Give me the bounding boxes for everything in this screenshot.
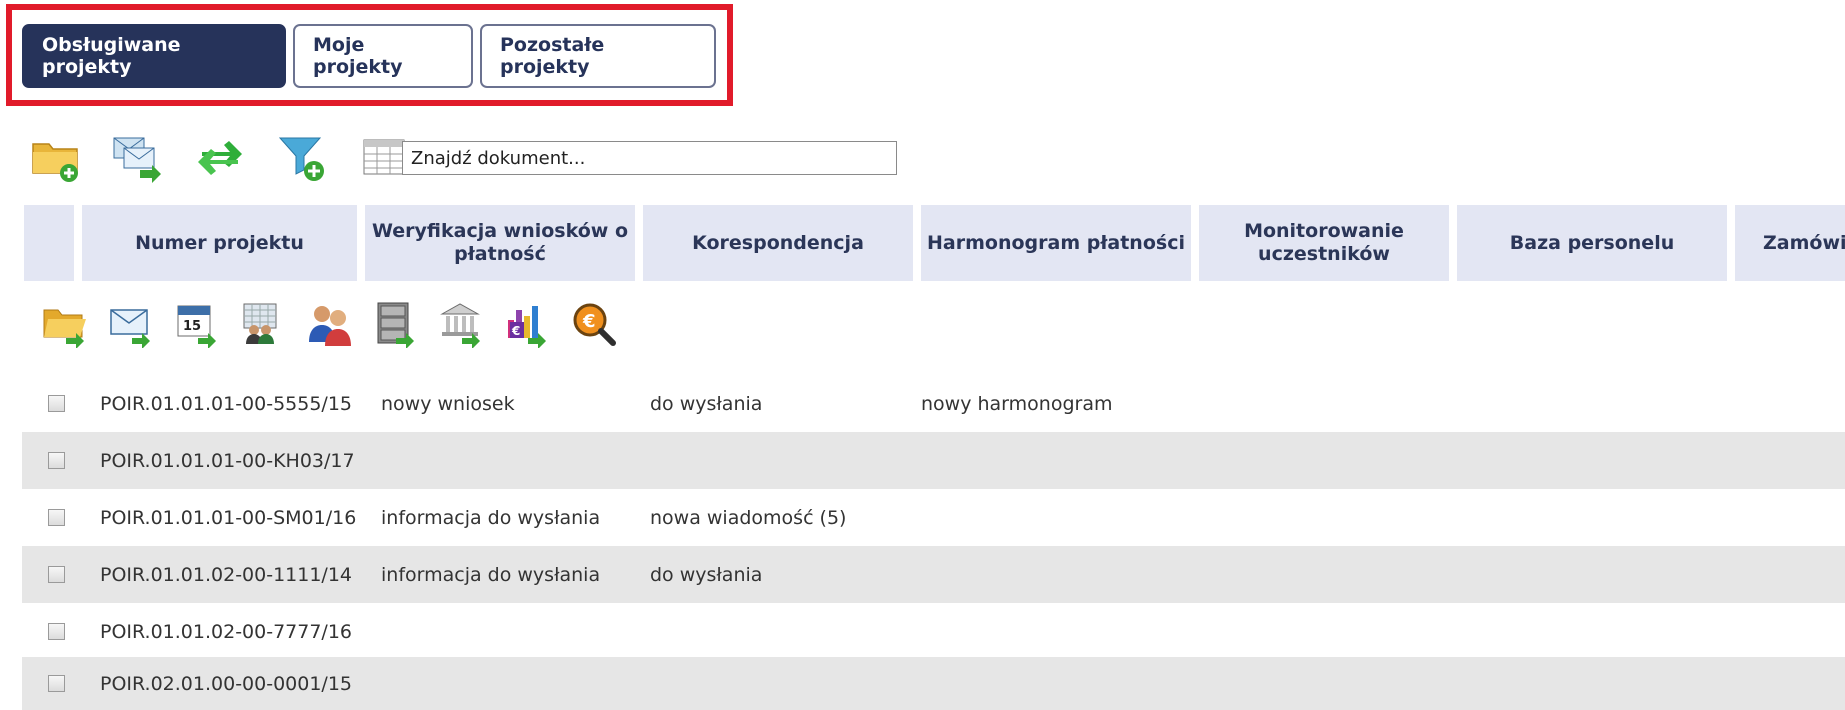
header-zamowienia[interactable]: Zamówien bbox=[1735, 205, 1845, 281]
svg-text:15: 15 bbox=[183, 319, 201, 334]
row-checkbox[interactable] bbox=[48, 509, 65, 526]
row-checkbox[interactable] bbox=[48, 623, 65, 640]
header-numer-projektu[interactable]: Numer projektu bbox=[82, 205, 357, 281]
table-row[interactable]: POIR.01.01.02-00-7777/16 bbox=[22, 603, 1845, 660]
toolbar bbox=[30, 132, 440, 184]
header-select-column bbox=[24, 205, 74, 281]
funding-chart-icon[interactable]: € bbox=[504, 300, 552, 349]
row-checkbox[interactable] bbox=[48, 566, 65, 583]
table-row[interactable]: POIR.01.01.01-00-SM01/16 informacja do w… bbox=[22, 489, 1845, 546]
weryfikacja-status[interactable]: nowy wniosek bbox=[381, 393, 515, 415]
tab-moje-projekty[interactable]: Moje projekty bbox=[293, 24, 473, 88]
bank-icon[interactable] bbox=[438, 300, 486, 349]
refresh-icon[interactable] bbox=[194, 132, 246, 184]
header-harmonogram[interactable]: Harmonogram płatności bbox=[921, 205, 1191, 281]
new-folder-icon[interactable] bbox=[30, 132, 82, 184]
table-row[interactable]: POIR.01.01.02-00-1111/14 informacja do w… bbox=[22, 546, 1845, 603]
mail-export-icon[interactable] bbox=[112, 132, 164, 184]
row-checkbox[interactable] bbox=[48, 452, 65, 469]
project-number[interactable]: POIR.01.01.01-00-5555/15 bbox=[100, 393, 352, 415]
search-input[interactable] bbox=[402, 141, 897, 175]
korespondencja-status[interactable]: nowa wiadomość (5) bbox=[650, 507, 846, 529]
korespondencja-status[interactable]: do wysłania bbox=[650, 393, 762, 415]
calendar-icon[interactable]: 15 bbox=[174, 300, 222, 349]
personnel-icon[interactable] bbox=[306, 300, 354, 348]
cabinet-icon[interactable] bbox=[372, 300, 420, 349]
table-row[interactable]: POIR.01.01.01-00-5555/15 nowy wniosek do… bbox=[22, 375, 1845, 432]
project-number[interactable]: POIR.02.01.00-00-0001/15 bbox=[100, 673, 352, 695]
action-icons: 15 € € bbox=[42, 300, 636, 349]
svg-text:€: € bbox=[582, 311, 596, 332]
open-folder-icon[interactable] bbox=[42, 300, 90, 349]
header-weryfikacja[interactable]: Weryfikacja wniosków o płatność bbox=[365, 205, 635, 281]
euro-search-icon[interactable]: € bbox=[570, 300, 618, 348]
header-monitorowanie[interactable]: Monitorowanie uczestników bbox=[1199, 205, 1449, 281]
harmonogram-status[interactable]: nowy harmonogram bbox=[921, 393, 1112, 415]
project-number[interactable]: POIR.01.01.02-00-1111/14 bbox=[100, 564, 352, 586]
header-korespondencja[interactable]: Korespondencja bbox=[643, 205, 913, 281]
add-filter-icon[interactable] bbox=[276, 132, 328, 184]
project-number[interactable]: POIR.01.01.01-00-KH03/17 bbox=[100, 450, 355, 472]
mail-icon[interactable] bbox=[108, 300, 156, 349]
project-number[interactable]: POIR.01.01.02-00-7777/16 bbox=[100, 621, 352, 643]
korespondencja-status[interactable]: do wysłania bbox=[650, 564, 762, 586]
project-tabs: Obsługiwane projekty Moje projekty Pozos… bbox=[22, 24, 716, 88]
tab-pozostale-projekty[interactable]: Pozostałe projekty bbox=[480, 24, 716, 88]
row-checkbox[interactable] bbox=[48, 395, 65, 412]
participants-icon[interactable] bbox=[240, 300, 288, 348]
table-row[interactable]: POIR.01.01.01-00-KH03/17 bbox=[22, 432, 1845, 489]
tab-obslugiwane-projekty[interactable]: Obsługiwane projekty bbox=[22, 24, 286, 88]
weryfikacja-status[interactable]: informacja do wysłania bbox=[381, 507, 600, 529]
svg-text:€: € bbox=[511, 324, 520, 338]
row-checkbox[interactable] bbox=[48, 675, 65, 692]
weryfikacja-status[interactable]: informacja do wysłania bbox=[381, 564, 600, 586]
header-baza-personelu[interactable]: Baza personelu bbox=[1457, 205, 1727, 281]
project-number[interactable]: POIR.01.01.01-00-SM01/16 bbox=[100, 507, 356, 529]
table-row[interactable]: POIR.02.01.00-00-0001/15 bbox=[22, 657, 1845, 710]
